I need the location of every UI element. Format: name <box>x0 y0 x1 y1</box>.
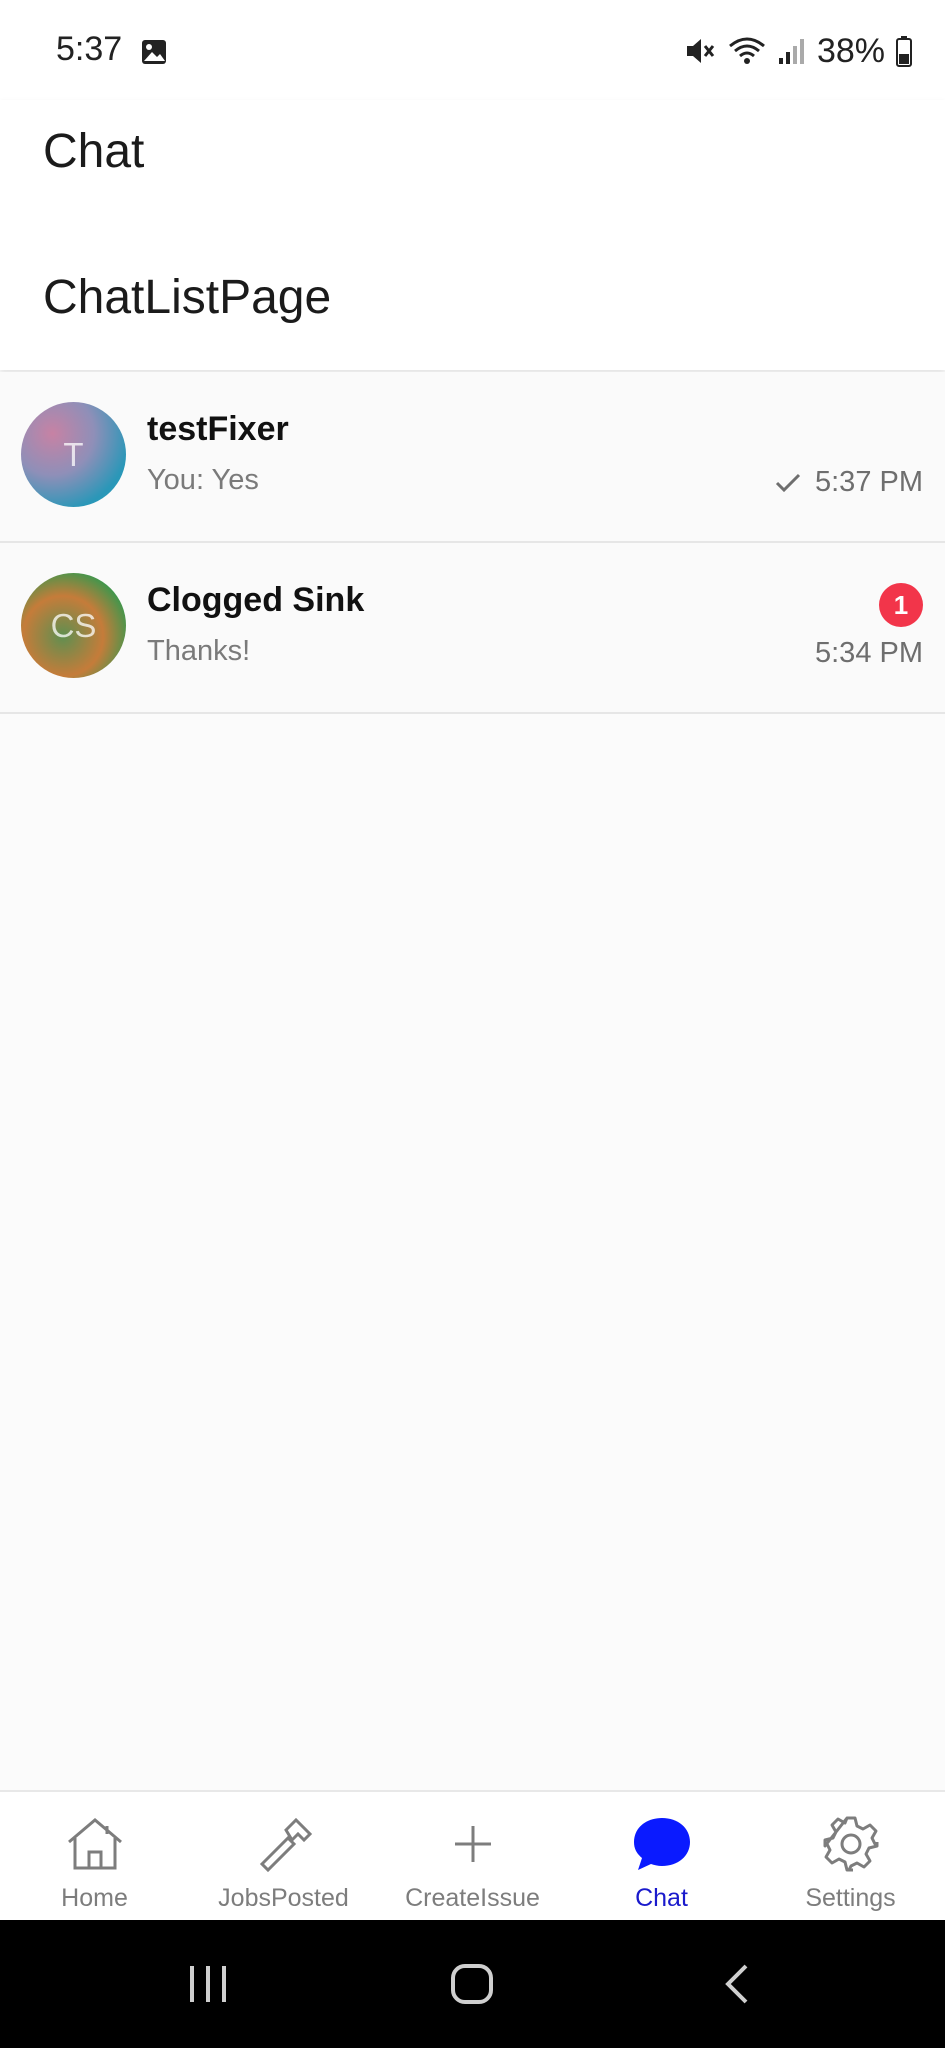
home-button-icon[interactable] <box>449 1960 495 2008</box>
nav-item-settings[interactable]: Settings <box>756 1792 945 1922</box>
checkmark-icon <box>775 473 801 492</box>
chat-list: T testFixer You: Yes 5:37 PM CS Clogged … <box>0 372 945 714</box>
unread-badge: 1 <box>879 583 923 627</box>
nav-label: JobsPosted <box>218 1884 349 1912</box>
status-icons: 38% <box>683 30 913 72</box>
avatar: T <box>21 402 126 507</box>
chat-name: Clogged Sink <box>147 581 365 619</box>
nav-label: Settings <box>805 1884 896 1912</box>
gear-icon <box>823 1816 878 1872</box>
signal-icon <box>778 39 804 64</box>
nav-item-chat[interactable]: Chat <box>567 1792 756 1922</box>
nav-label: CreateIssue <box>405 1884 540 1912</box>
nav-item-createissue[interactable]: CreateIssue <box>378 1792 567 1922</box>
image-icon <box>142 40 166 64</box>
nav-item-jobsposted[interactable]: JobsPosted <box>189 1792 378 1922</box>
recent-apps-icon[interactable] <box>186 1960 230 2008</box>
system-nav-bar <box>0 1920 945 2048</box>
avatar: CS <box>21 573 126 678</box>
chat-preview: You: Yes <box>147 464 259 496</box>
chat-meta: 5:37 PM <box>775 466 923 499</box>
nav-item-home[interactable]: Home <box>0 1792 189 1922</box>
wifi-icon <box>728 37 765 64</box>
status-time: 5:37 <box>56 30 123 68</box>
page-subtitle: ChatListPage <box>43 271 332 324</box>
nav-label: Chat <box>635 1884 688 1912</box>
battery-percent: 38% <box>816 31 885 70</box>
chat-preview: Thanks! <box>147 635 251 667</box>
plus-icon <box>454 1826 491 1862</box>
chat-list-item[interactable]: CS Clogged Sink Thanks! 1 5:34 PM <box>0 543 945 714</box>
battery-icon <box>896 36 912 67</box>
chat-time: 5:34 PM <box>815 637 923 669</box>
chat-bubble-icon <box>633 1818 690 1870</box>
back-icon[interactable] <box>720 1960 754 2008</box>
hammer-icon <box>259 1817 312 1873</box>
bottom-nav: Home JobsPosted CreateIssue Chat Setting… <box>0 1790 945 1922</box>
app-header: Chat ChatListPage <box>0 100 945 370</box>
page-title: Chat <box>43 125 145 178</box>
chat-list-item[interactable]: T testFixer You: Yes 5:37 PM <box>0 372 945 543</box>
nav-label: Home <box>61 1884 128 1912</box>
chat-meta: 5:34 PM <box>815 637 923 670</box>
home-icon <box>67 1818 122 1870</box>
chat-time: 5:37 PM <box>815 466 923 498</box>
status-bar: 5:37 38% <box>0 0 945 100</box>
mute-icon <box>686 39 715 63</box>
chat-name: testFixer <box>147 410 289 448</box>
